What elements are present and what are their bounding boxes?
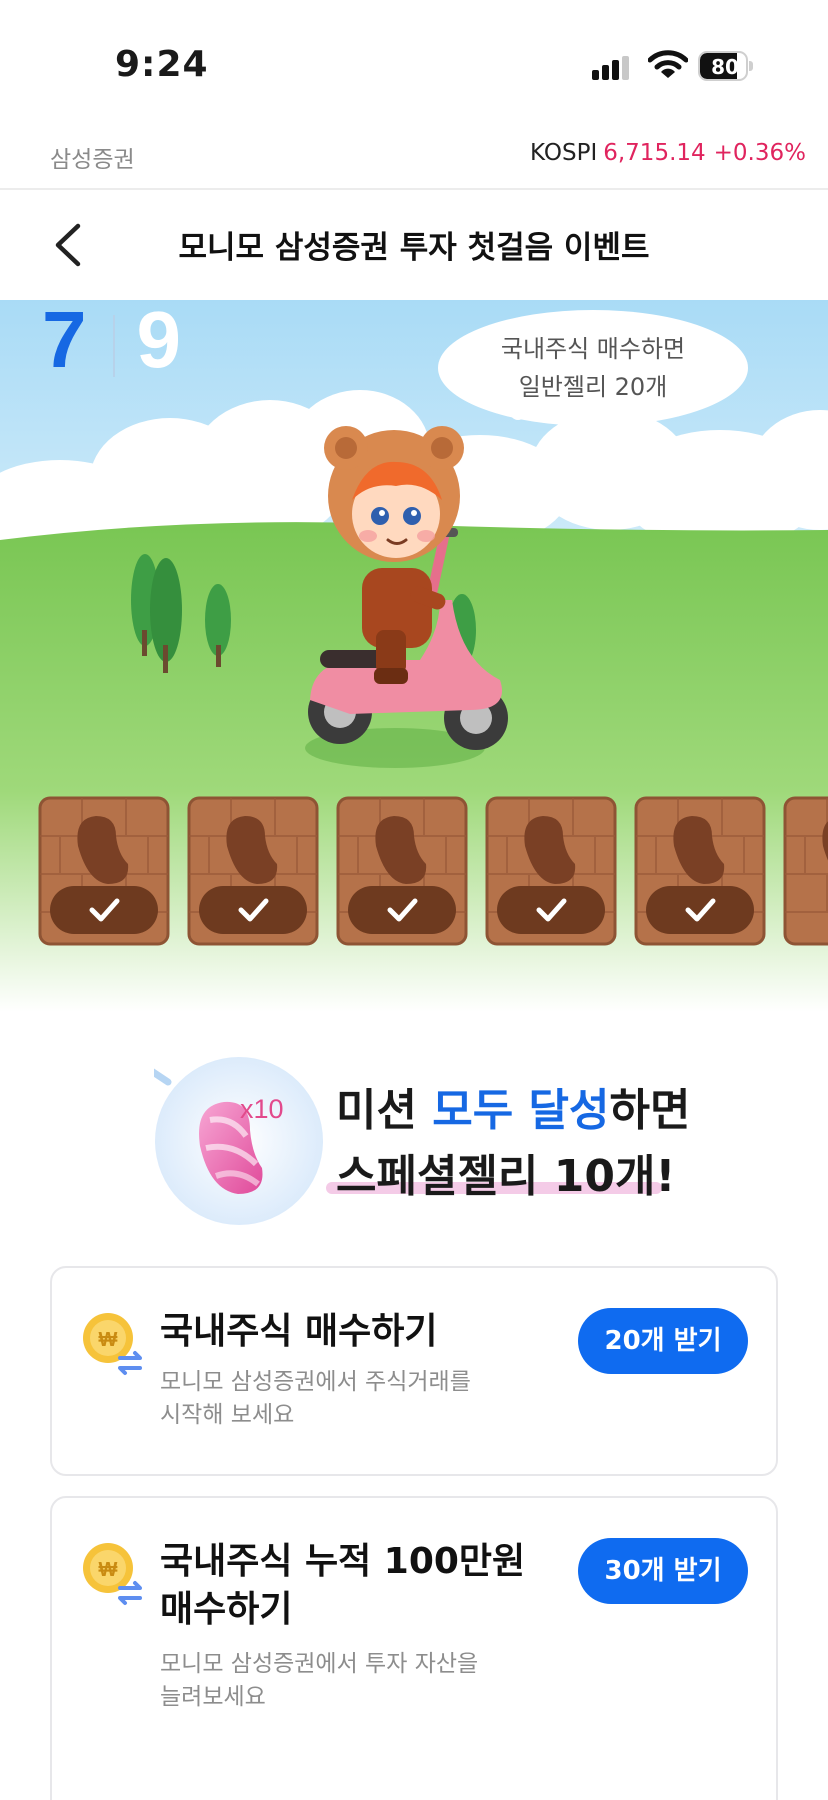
mission-headline-line-2: 스페셜젤리 10개! xyxy=(336,1151,676,1202)
battery-icon: 80 xyxy=(698,51,754,81)
check-icon xyxy=(199,886,307,934)
top-app-bar: 삼성증권 KOSPI 6,715.14 +0.36% xyxy=(0,120,828,190)
status-time: 9:24 xyxy=(115,44,209,85)
task-description: 모니모 삼성증권에서 주식거래를 시작해 보세요 xyxy=(160,1369,471,1428)
won-coin-exchange-icon: ₩ xyxy=(83,1313,142,1375)
mission-highlight: 모두 달성 xyxy=(432,1085,610,1136)
brand-name: 삼성증권 xyxy=(50,147,135,173)
index-name: KOSPI xyxy=(530,140,598,166)
wifi-icon xyxy=(648,50,688,78)
svg-text:₩: ₩ xyxy=(99,1329,118,1351)
progress-total: 9 xyxy=(136,300,182,384)
task-title: 국내주식 매수하기 xyxy=(160,1311,438,1352)
task-title: 국내주식 누적 100만원 매수하기 xyxy=(160,1541,526,1630)
svg-text:₩: ₩ xyxy=(99,1559,118,1581)
mission-banner: x10 미션 모두 달성하면 스페셜젤리 10개! xyxy=(0,1012,828,1262)
bubble-line-1: 국내주식 매수하면 xyxy=(500,335,686,363)
stamp-tile xyxy=(783,796,828,946)
speech-bubble: 국내주식 매수하면 일반젤리 20개 xyxy=(438,310,748,426)
task-card-domestic-stock-buy[interactable]: ₩ 국내주식 매수하기 모니모 삼성증권에서 주식거래를 시작해 보세요 20개… xyxy=(50,1266,778,1476)
task-card-cumulative-buy[interactable]: ₩ 국내주식 누적 100만원 매수하기 모니모 삼성증권에서 투자 자산을 늘… xyxy=(50,1496,778,1800)
page-title: 모니모 삼성증권 투자 첫걸음 이벤트 xyxy=(178,230,650,266)
pink-jelly-bean-icon xyxy=(154,1057,323,1225)
stamp-tiles xyxy=(38,796,828,946)
battery-level: 80 xyxy=(711,55,739,79)
index-change: +0.36% xyxy=(713,140,806,166)
check-icon xyxy=(348,886,456,934)
bubble-line-2: 일반젤리 20개 xyxy=(518,373,668,401)
multiplier-label: x10 xyxy=(240,1094,284,1124)
stamp-progress-counter: 79 xyxy=(42,300,181,380)
check-icon xyxy=(497,886,605,934)
page-header: 모니모 삼성증권 투자 첫걸음 이벤트 xyxy=(0,190,828,300)
check-icon xyxy=(50,886,158,934)
cellular-signal-icon xyxy=(592,56,629,80)
task-description: 모니모 삼성증권에서 투자 자산을 늘려보세요 xyxy=(160,1651,479,1710)
claim-30-button[interactable]: 30개 받기 xyxy=(578,1538,748,1604)
event-hero: 79 국내주식 매수하면 일반젤리 20개 xyxy=(0,300,828,1012)
progress-current: 7 xyxy=(42,300,87,384)
won-coin-exchange-icon: ₩ xyxy=(83,1543,142,1605)
mission-headline-line-1: 미션 모두 달성하면 xyxy=(336,1085,691,1136)
check-icon xyxy=(646,886,754,934)
status-bar: 9:24 80 xyxy=(0,0,828,120)
claim-20-button[interactable]: 20개 받기 xyxy=(578,1308,748,1374)
index-value: 6,715.14 xyxy=(603,140,706,166)
index-ticker[interactable]: KOSPI 6,715.14 +0.36% xyxy=(530,140,806,166)
